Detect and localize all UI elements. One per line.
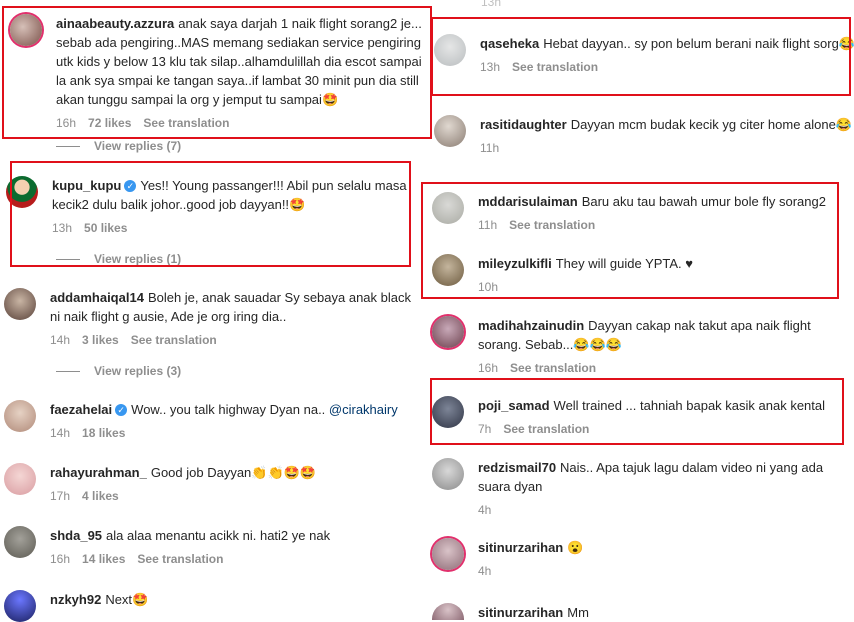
highlight-box bbox=[430, 378, 844, 445]
comment-username[interactable]: nzkyh92 bbox=[50, 592, 101, 607]
comment-time[interactable]: 4h bbox=[478, 564, 491, 578]
emoji: 😮 bbox=[567, 540, 584, 555]
comment-text: Wow.. you talk highway Dyan na.. bbox=[131, 402, 329, 417]
comment-time[interactable]: 14h bbox=[50, 426, 70, 440]
verified-badge-icon: ✓ bbox=[115, 404, 128, 416]
comment-username[interactable]: rahayurahman_ bbox=[50, 465, 147, 480]
comment-time[interactable]: 14h bbox=[50, 333, 70, 347]
like-count[interactable]: 18 likes bbox=[82, 426, 125, 440]
view-replies-button[interactable]: View replies (7) bbox=[56, 139, 181, 153]
comment-time[interactable]: 4h bbox=[478, 503, 491, 517]
like-count[interactable]: 3 likes bbox=[82, 333, 119, 347]
comment-username[interactable]: shda_95 bbox=[50, 528, 102, 543]
comment-username[interactable]: madihahzainudin bbox=[478, 318, 584, 333]
emoji: 😂😂😂 bbox=[573, 337, 622, 352]
comment-time[interactable]: 16h bbox=[478, 361, 498, 375]
comment-username[interactable]: addamhaiqal14 bbox=[50, 290, 144, 305]
highlight-box bbox=[10, 161, 411, 267]
comment-time[interactable]: 16h bbox=[50, 552, 70, 566]
comment-time[interactable]: 17h bbox=[50, 489, 70, 503]
avatar[interactable] bbox=[432, 603, 464, 620]
comment-username[interactable]: sitinurzarihan bbox=[478, 605, 563, 620]
highlight-box bbox=[431, 17, 851, 96]
see-translation-link[interactable]: See translation bbox=[137, 552, 223, 566]
highlight-box bbox=[421, 182, 839, 299]
avatar[interactable] bbox=[432, 458, 464, 490]
comment-text: Mm bbox=[567, 605, 589, 620]
avatar[interactable] bbox=[4, 526, 36, 558]
comment-username[interactable]: rasitidaughter bbox=[480, 117, 567, 132]
comment-text: Good job Dayyan bbox=[150, 465, 252, 480]
avatar[interactable] bbox=[4, 463, 36, 495]
comment-text: ala alaa menantu acikk ni. hati2 ye nak bbox=[106, 528, 331, 543]
avatar[interactable] bbox=[4, 288, 36, 320]
comment-text: Next bbox=[105, 592, 133, 607]
comment-time[interactable]: 11h bbox=[480, 141, 499, 155]
mention-link[interactable]: @cirakhairy bbox=[329, 402, 398, 417]
emoji: 👏👏🤩🤩 bbox=[251, 465, 317, 480]
see-translation-link[interactable]: See translation bbox=[510, 361, 596, 375]
comment-username[interactable]: faezahelai bbox=[50, 402, 112, 417]
comment-text: Dayyan mcm budak kecik yg citer home alo… bbox=[570, 117, 836, 132]
comment-time[interactable]: 13h bbox=[481, 0, 501, 9]
avatar[interactable] bbox=[432, 538, 464, 570]
highlight-box bbox=[2, 6, 432, 139]
view-replies-button[interactable]: View replies (3) bbox=[56, 364, 181, 378]
see-translation-link[interactable]: See translation bbox=[131, 333, 217, 347]
comment-username[interactable]: sitinurzarihan bbox=[478, 540, 563, 555]
avatar[interactable] bbox=[4, 400, 36, 432]
avatar[interactable] bbox=[4, 590, 36, 622]
like-count[interactable]: 4 likes bbox=[82, 489, 119, 503]
avatar[interactable] bbox=[434, 115, 466, 147]
like-count[interactable]: 14 likes bbox=[82, 552, 125, 566]
emoji: 🤩 bbox=[132, 592, 149, 607]
comment-username[interactable]: redzismail70 bbox=[478, 460, 556, 475]
avatar[interactable] bbox=[432, 316, 464, 348]
emoji: 😂 bbox=[835, 117, 853, 132]
